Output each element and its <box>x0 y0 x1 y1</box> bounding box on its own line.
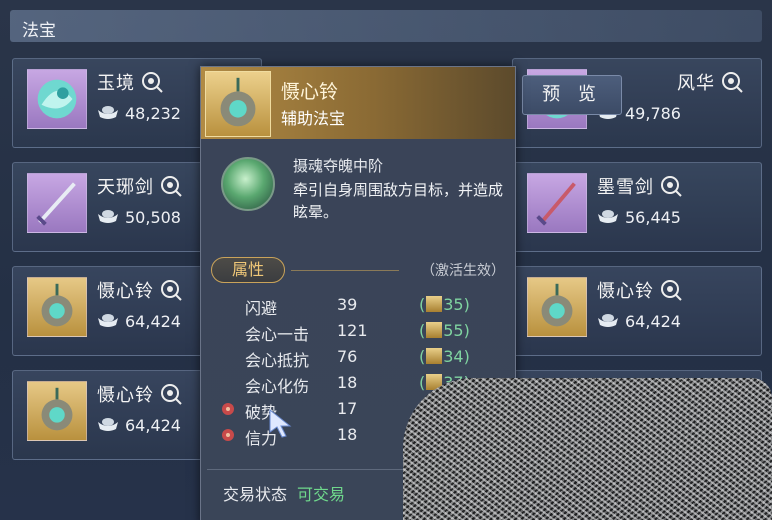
preview-magnifier-icon[interactable] <box>160 175 182 202</box>
attribute-row: 闪避 39 (35) <box>245 295 470 318</box>
silver-ingot-icon <box>97 104 119 124</box>
mouse-cursor-icon <box>268 408 294 442</box>
flower-bullet-icon <box>221 401 235 420</box>
preview-magnifier-icon[interactable] <box>141 71 163 98</box>
skill-icon <box>221 157 275 211</box>
item-card[interactable]: 慑心铃 64,424 <box>512 266 762 356</box>
item-price: 64,424 <box>97 415 181 436</box>
mosaic-overlay <box>403 378 772 520</box>
silver-ingot-icon <box>597 312 619 332</box>
item-price: 56,445 <box>597 207 681 228</box>
item-name: 慑心铃 <box>97 281 154 302</box>
attributes-note: （激活生效） <box>421 263 505 279</box>
section-header: 法宝 <box>10 10 762 42</box>
item-price: 64,424 <box>597 311 681 332</box>
bell-icon <box>27 277 87 337</box>
bell-icon <box>527 277 587 337</box>
tooltip-header: 慑心铃 辅助法宝 <box>201 67 515 139</box>
divider <box>291 270 399 271</box>
flower-bullet-icon <box>221 427 235 446</box>
bonus-tag-icon <box>426 348 443 364</box>
sword-icon <box>27 173 87 233</box>
section-title: 法宝 <box>22 21 56 41</box>
item-price: 48,232 <box>97 103 181 124</box>
attributes-header: 属性 （激活生效） <box>211 257 507 283</box>
bell-icon <box>27 381 87 441</box>
preview-magnifier-icon[interactable] <box>721 71 743 98</box>
attributes-title: 属性 <box>211 257 285 283</box>
item-price: 50,508 <box>97 207 181 228</box>
bonus-tag-icon <box>426 322 443 338</box>
item-name: 墨雪剑 <box>597 177 654 198</box>
silver-ingot-icon <box>97 208 119 228</box>
bonus-tag-icon <box>426 296 443 312</box>
attribute-row: 会心抵抗 76 (34) <box>245 347 470 370</box>
silver-ingot-icon <box>97 416 119 436</box>
preview-button[interactable]: 预 览 <box>522 75 622 115</box>
item-name: 慑心铃 <box>97 385 154 406</box>
trade-status: 交易状态 可交易 <box>223 485 346 504</box>
bell-icon <box>205 71 271 137</box>
silver-ingot-icon <box>597 208 619 228</box>
skill-name: 摄魂夺魄中阶 <box>293 157 384 175</box>
preview-magnifier-icon[interactable] <box>160 279 182 306</box>
jade-orb-icon <box>27 69 87 129</box>
sword-icon <box>527 173 587 233</box>
item-name: 慑心铃 <box>597 281 654 302</box>
skill-description: 牵引自身周围敌方目标，并造成眩晕。 <box>293 181 504 221</box>
preview-magnifier-icon[interactable] <box>160 383 182 410</box>
tooltip-subtitle: 辅助法宝 <box>281 109 346 128</box>
item-name: 玉境 <box>97 73 135 94</box>
trade-status-value: 可交易 <box>297 485 346 504</box>
attribute-row: 会心一击 121 (55) <box>245 321 470 344</box>
item-price: 64,424 <box>97 311 181 332</box>
preview-magnifier-icon[interactable] <box>660 279 682 306</box>
item-name: 风华 <box>677 73 715 94</box>
item-card[interactable]: 墨雪剑 56,445 <box>512 162 762 252</box>
tooltip-title: 慑心铃 <box>281 81 339 103</box>
preview-magnifier-icon[interactable] <box>660 175 682 202</box>
item-name: 天琊剑 <box>97 177 154 198</box>
silver-ingot-icon <box>97 312 119 332</box>
